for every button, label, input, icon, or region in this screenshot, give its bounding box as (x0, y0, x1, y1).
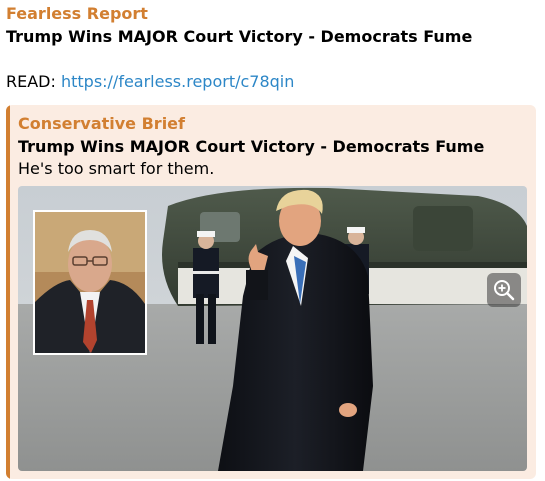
preview-accent-bar (6, 105, 10, 479)
preview-image[interactable] (18, 186, 527, 471)
zoom-in-icon (494, 280, 515, 301)
sender-name[interactable]: Fearless Report (6, 4, 148, 23)
read-prefix: READ: (6, 72, 61, 91)
zoom-button[interactable] (487, 273, 521, 307)
preview-description: He's too smart for them. (18, 159, 215, 178)
link-preview-card[interactable]: Conservative Brief Trump Wins MAJOR Cour… (6, 105, 536, 479)
preview-site-name: Conservative Brief (18, 114, 185, 133)
inset-photo (33, 210, 147, 355)
article-link[interactable]: https://fearless.report/c78qin (61, 72, 294, 91)
read-line: READ: https://fearless.report/c78qin (6, 72, 294, 91)
preview-title: Trump Wins MAJOR Court Victory - Democra… (18, 137, 485, 156)
message-title: Trump Wins MAJOR Court Victory - Democra… (6, 27, 473, 46)
